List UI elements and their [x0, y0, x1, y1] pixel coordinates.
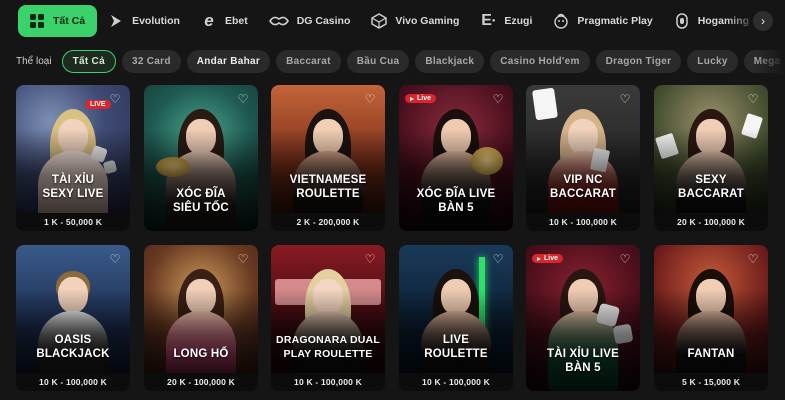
game-title: TÀI XỈU SEXY LIVE: [42, 174, 104, 200]
game-title: LONG HỔ: [173, 348, 229, 360]
category-chip[interactable]: Blackjack: [415, 49, 485, 73]
category-chip[interactable]: Bầu Cua: [346, 49, 410, 73]
category-chip[interactable]: Andar Bahar: [186, 49, 271, 73]
provider-tabs: Tất Cả Evolution e Ebet DG Casino Vivo G…: [0, 0, 785, 42]
provider-tab-all[interactable]: Tất Cả: [18, 5, 98, 37]
category-chip[interactable]: Casino Hold'em: [490, 49, 590, 73]
live-badge: LIVE: [85, 100, 111, 109]
provider-tab-label: Ezugi: [504, 15, 533, 27]
vivo-gaming-logo-icon: [370, 12, 388, 30]
game-card[interactable]: ♡ DRAGONARA DUAL PLAY ROULETTE 10 K - 10…: [271, 245, 385, 391]
heart-icon[interactable]: ♡: [108, 92, 122, 106]
provider-tab-dg-casino[interactable]: DG Casino: [258, 5, 361, 37]
grid-icon: [28, 12, 46, 30]
game-title: VIP NC BACCARAT: [550, 174, 616, 200]
category-filter: Thể loại Tất Cả 32 Card Andar Bahar Bacc…: [0, 48, 785, 74]
game-card[interactable]: LIVE ♡ TÀI XỈU SEXY LIVE 1 K - 50,000 K: [16, 85, 130, 231]
bet-range: 2 K - 200,000 K: [271, 213, 385, 231]
game-title: XÓC ĐĨA SIÊU TỐC: [173, 188, 229, 214]
live-badge-label: Live: [544, 255, 559, 262]
category-filter-fade: [755, 44, 785, 78]
game-card[interactable]: ♡ FANTAN 5 K - 15,000 K: [654, 245, 768, 391]
bet-range: 5 K - 15,000 K: [654, 373, 768, 391]
game-card[interactable]: Live ♡ TÀI XỈU LIVE BÀN 5: [526, 245, 640, 391]
heart-icon[interactable]: ♡: [746, 92, 760, 106]
bet-range: 1 K - 50,000 K: [16, 213, 130, 231]
provider-tab-label: DG Casino: [296, 15, 351, 27]
game-title: LIVE ROULETTE: [424, 334, 488, 360]
game-card[interactable]: ♡ VIETNAMESE ROULETTE 2 K - 200,000 K: [271, 85, 385, 231]
pragmatic-play-logo-icon: [552, 12, 570, 30]
provider-tab-label: Ebet: [224, 15, 248, 27]
game-card[interactable]: ♡ VIP NC BACCARAT 10 K - 100,000 K: [526, 85, 640, 231]
game-title: SEXY BACCARAT: [678, 174, 744, 200]
game-card[interactable]: ♡ LONG HỔ 20 K - 100,000 K: [144, 245, 258, 391]
heart-icon[interactable]: ♡: [363, 92, 377, 106]
evolution-logo-icon: [107, 12, 125, 30]
heart-icon[interactable]: ♡: [491, 252, 505, 266]
category-chip[interactable]: 32 Card: [121, 49, 181, 73]
live-badge-label: Live: [417, 95, 432, 102]
live-casino-lobby: Tất Cả Evolution e Ebet DG Casino Vivo G…: [0, 0, 785, 400]
live-badge: Live: [532, 254, 564, 263]
bet-range: 10 K - 100,000 K: [16, 373, 130, 391]
game-card[interactable]: ♡ OASIS BLACKJACK 10 K - 100,000 K: [16, 245, 130, 391]
provider-tab-label: Evolution: [132, 15, 180, 27]
provider-tab-evolution[interactable]: Evolution: [97, 5, 190, 37]
heart-icon[interactable]: ♡: [746, 252, 760, 266]
live-badge: Live: [405, 94, 437, 103]
game-title: OASIS BLACKJACK: [36, 334, 110, 360]
category-chip[interactable]: Dragon Tiger: [595, 49, 682, 73]
game-card[interactable]: ♡ XÓC ĐĨA SIÊU TỐC: [144, 85, 258, 231]
game-card[interactable]: ♡ SEXY BACCARAT 20 K - 100,000 K: [654, 85, 768, 231]
game-title: VIETNAMESE ROULETTE: [289, 174, 367, 200]
ezugi-logo-icon: E ●: [481, 12, 496, 29]
heart-icon[interactable]: ♡: [236, 92, 250, 106]
bet-range: 10 K - 100,000 K: [271, 373, 385, 391]
provider-tab-vivo-gaming[interactable]: Vivo Gaming: [360, 5, 469, 37]
provider-tab-label: Vivo Gaming: [395, 15, 460, 27]
game-title: DRAGONARA DUAL PLAY ROULETTE: [276, 334, 380, 360]
provider-tab-label: Pragmatic Play: [577, 15, 653, 27]
provider-tab-pragmatic-play[interactable]: Pragmatic Play: [542, 5, 662, 37]
heart-icon[interactable]: ♡: [491, 92, 505, 106]
heart-icon[interactable]: ♡: [236, 252, 250, 266]
game-title: TÀI XỈU LIVE BÀN 5: [546, 348, 620, 374]
category-filter-label: Thể loại: [16, 55, 52, 67]
provider-tab-label: Tất Cả: [53, 15, 86, 27]
bet-range: 20 K - 100,000 K: [144, 373, 258, 391]
game-card[interactable]: ♡ LIVE ROULETTE 10 K - 100,000 K: [399, 245, 513, 391]
ebet-logo-icon: e: [204, 11, 214, 30]
heart-icon[interactable]: ♡: [363, 252, 377, 266]
chevron-right-icon[interactable]: ›: [753, 11, 773, 31]
bet-range: 10 K - 100,000 K: [526, 213, 640, 231]
heart-icon[interactable]: ♡: [618, 252, 632, 266]
game-card[interactable]: Live ♡ XÓC ĐĨA LIVE BÀN 5: [399, 85, 513, 231]
hogaming-logo-icon: [673, 12, 691, 30]
game-title: XÓC ĐĨA LIVE BÀN 5: [416, 188, 496, 214]
game-title: FANTAN: [687, 348, 735, 360]
category-chip[interactable]: Tất Cả: [61, 49, 116, 73]
category-chip[interactable]: Lucky: [687, 49, 738, 73]
bet-range: 20 K - 100,000 K: [654, 213, 768, 231]
category-chip[interactable]: Baccarat: [276, 49, 341, 73]
provider-tab-ebet[interactable]: e Ebet: [190, 5, 258, 37]
bet-range: 10 K - 100,000 K: [399, 373, 513, 391]
provider-tab-ezugi[interactable]: E ● Ezugi: [469, 5, 542, 37]
heart-icon[interactable]: ♡: [618, 92, 632, 106]
heart-icon[interactable]: ♡: [108, 252, 122, 266]
dg-casino-logo-icon: [268, 12, 290, 30]
